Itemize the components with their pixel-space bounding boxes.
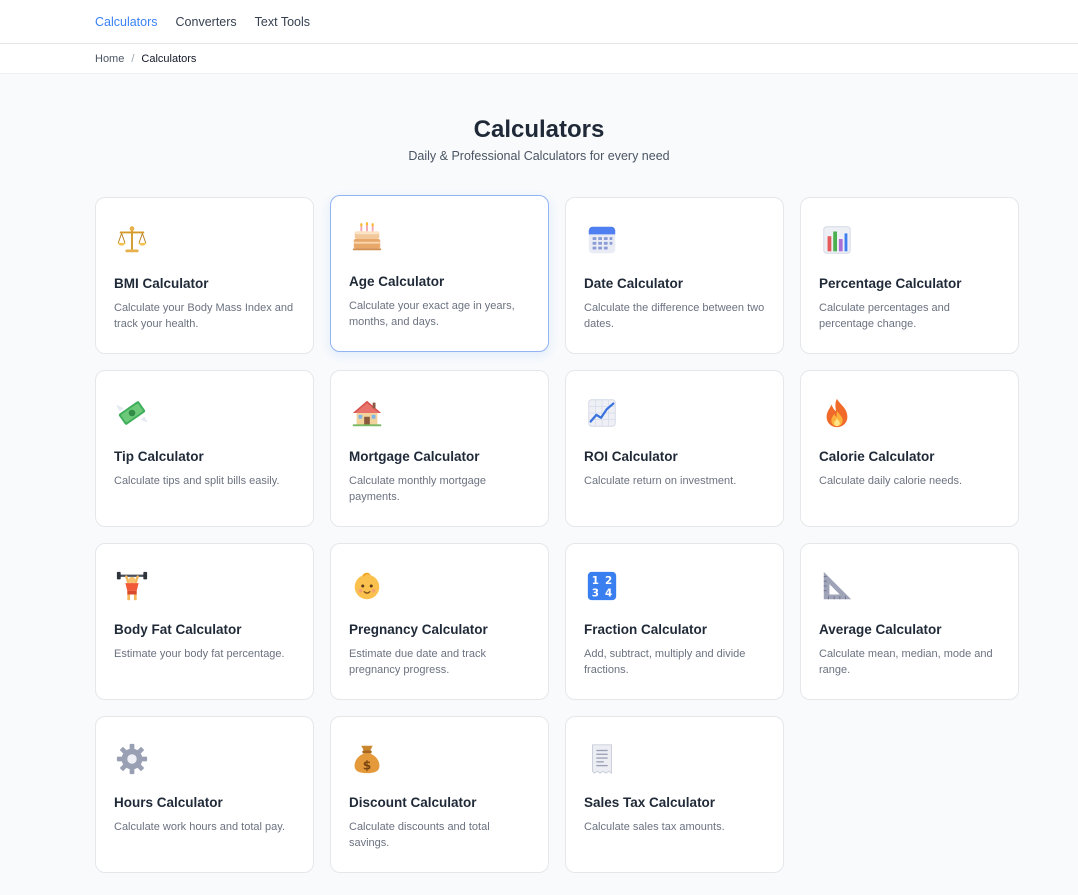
card-description: Calculate discounts and total savings. [349, 821, 490, 849]
card-description: Calculate your Body Mass Index and track… [114, 302, 294, 330]
fire-icon [819, 395, 855, 431]
card-description: Calculate tips and split bills easily. [114, 475, 280, 487]
house-icon [349, 395, 385, 431]
card-percentage-calculator[interactable]: Percentage Calculator Calculate percenta… [800, 197, 1019, 354]
breadcrumb-separator: / [131, 52, 135, 65]
card-description: Calculate the difference between two dat… [584, 302, 765, 330]
card-title: Average Calculator [819, 622, 942, 637]
page-title: Calculators [473, 116, 605, 143]
card-title: Sales Tax Calculator [584, 795, 716, 810]
card-title: ROI Calculator [584, 449, 678, 464]
card-bmi-calculator[interactable]: BMI Calculator Calculate your Body Mass … [95, 197, 314, 354]
card-description: Add, subtract, multiply and divide fract… [584, 648, 746, 676]
svg-text:2: 2 [605, 575, 612, 587]
gear-icon [114, 741, 150, 777]
birthday-cake-icon [349, 220, 385, 256]
card-discount-calculator[interactable]: $ Discount Calculator Calculate discount… [330, 716, 549, 873]
card-average-calculator[interactable]: Average Calculator Calculate mean, media… [800, 543, 1019, 700]
card-title: Date Calculator [584, 276, 684, 291]
bar-chart-icon [819, 222, 855, 258]
card-title: Hours Calculator [114, 795, 223, 810]
card-description: Estimate your body fat percentage. [114, 648, 285, 660]
svg-text:3: 3 [592, 587, 599, 599]
breadcrumb: Home / Calculators [0, 44, 1078, 74]
svg-text:4: 4 [605, 587, 612, 599]
card-title: Age Calculator [349, 274, 445, 289]
card-description: Calculate monthly mortgage payments. [349, 475, 486, 503]
svg-text:1: 1 [592, 575, 599, 587]
card-title: Discount Calculator [349, 795, 477, 810]
card-description: Calculate mean, median, mode and range. [819, 648, 993, 676]
triangle-ruler-icon [819, 568, 855, 604]
card-fraction-calculator[interactable]: 1 2 3 4 Fraction Calculator Add, subtrac… [565, 543, 784, 700]
receipt-icon [584, 741, 620, 777]
card-title: Mortgage Calculator [349, 449, 480, 464]
balance-scale-icon [114, 222, 150, 258]
baby-icon [349, 568, 385, 604]
card-title: Calorie Calculator [819, 449, 935, 464]
card-age-calculator[interactable]: Age Calculator Calculate your exact age … [330, 195, 549, 352]
card-title: BMI Calculator [114, 276, 209, 291]
card-title: Body Fat Calculator [114, 622, 242, 637]
card-title: Tip Calculator [114, 449, 204, 464]
card-body-fat-calculator[interactable]: Body Fat Calculator Estimate your body f… [95, 543, 314, 700]
trend-up-chart-icon [584, 395, 620, 431]
card-tip-calculator[interactable]: Tip Calculator Calculate tips and split … [95, 370, 314, 527]
card-description: Calculate daily calorie needs. [819, 475, 963, 487]
page-header: Calculators Daily & Professional Calcula… [0, 114, 1078, 163]
nav-text-tools[interactable]: Text Tools [255, 15, 310, 29]
card-description: Calculate return on investment. [584, 475, 737, 487]
card-title: Fraction Calculator [584, 622, 708, 637]
card-sales-tax-calculator[interactable]: Sales Tax Calculator Calculate sales tax… [565, 716, 784, 873]
weightlifter-icon [114, 568, 150, 604]
card-description: Estimate due date and track pregnancy pr… [349, 648, 486, 676]
breadcrumb-home-link[interactable]: Home [95, 53, 124, 65]
money-wings-icon [114, 395, 150, 431]
card-description: Calculate sales tax amounts. [584, 821, 725, 833]
nav-converters[interactable]: Converters [176, 15, 237, 29]
breadcrumb-current: Calculators [141, 52, 197, 65]
top-nav: Calculators Converters Text Tools [0, 0, 1078, 44]
card-description: Calculate percentages and percentage cha… [819, 302, 950, 330]
card-pregnancy-calculator[interactable]: Pregnancy Calculator Estimate due date a… [330, 543, 549, 700]
money-bag-icon: $ [349, 741, 385, 777]
calendar-icon [584, 222, 620, 258]
card-title: Pregnancy Calculator [349, 622, 488, 637]
svg-text:$: $ [363, 758, 372, 772]
card-description: Calculate work hours and total pay. [114, 821, 285, 833]
card-date-calculator[interactable]: Date Calculator Calculate the difference… [565, 197, 784, 354]
card-mortgage-calculator[interactable]: Mortgage Calculator Calculate monthly mo… [330, 370, 549, 527]
card-title: Percentage Calculator [819, 276, 962, 291]
nav-calculators[interactable]: Calculators [95, 15, 158, 29]
card-calorie-calculator[interactable]: Calorie Calculator Calculate daily calor… [800, 370, 1019, 527]
card-description: Calculate your exact age in years, month… [349, 300, 515, 328]
calculator-grid: BMI Calculator Calculate your Body Mass … [95, 195, 1019, 873]
numbers-1234-icon: 1 2 3 4 [584, 568, 620, 604]
card-hours-calculator[interactable]: Hours Calculator Calculate work hours an… [95, 716, 314, 873]
card-roi-calculator[interactable]: ROI Calculator Calculate return on inves… [565, 370, 784, 527]
page-subtitle: Daily & Professional Calculators for eve… [408, 149, 670, 163]
